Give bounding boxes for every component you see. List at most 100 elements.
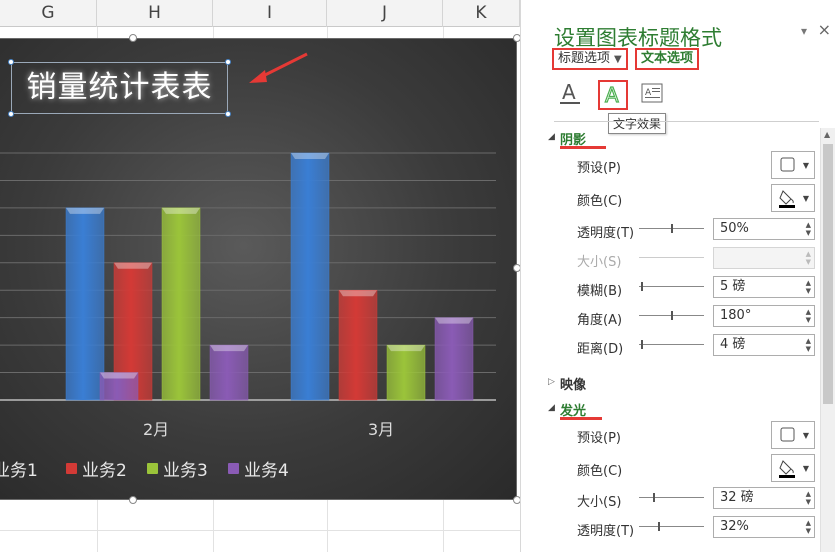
- shadow-blur-input[interactable]: 5 磅 ▲ ▼: [713, 276, 815, 298]
- glow-color-picker[interactable]: ▼: [771, 454, 815, 482]
- slider-thumb[interactable]: [671, 224, 673, 233]
- resize-handle[interactable]: [8, 111, 14, 117]
- column-header-row: G H I J K: [0, 0, 520, 27]
- shadow-angle-input[interactable]: 180° ▲ ▼: [713, 305, 815, 327]
- bar-业务1-2月[interactable]: [65, 207, 105, 401]
- column-header-i[interactable]: I: [213, 0, 327, 27]
- glow-transparency-input[interactable]: 32% ▲ ▼: [713, 516, 815, 538]
- shadow-blur-slider[interactable]: [639, 286, 704, 287]
- shadow-preset-label: 预设(P): [577, 161, 621, 176]
- bar-cap: [339, 290, 377, 297]
- chart-resize-handle[interactable]: [129, 34, 137, 42]
- slider-thumb[interactable]: [641, 340, 643, 349]
- bar-业务1-3月[interactable]: [290, 152, 330, 401]
- slider-thumb[interactable]: [653, 493, 655, 502]
- shadow-transparency-input[interactable]: 50% ▲ ▼: [713, 218, 815, 240]
- legend-item-3[interactable]: 业务3: [147, 454, 208, 482]
- legend-label: 业务1: [0, 460, 38, 481]
- legend-label: 业务4: [244, 460, 289, 481]
- tab-title-options-label: 标题选项: [558, 51, 611, 66]
- chart-resize-handle[interactable]: [513, 496, 520, 504]
- tab-text-options[interactable]: 文本选项: [635, 48, 700, 70]
- chart-title[interactable]: 销量统计表表: [12, 63, 227, 113]
- collapse-triangle-icon[interactable]: ◢: [548, 132, 555, 142]
- column-header-h[interactable]: H: [97, 0, 213, 27]
- resize-handle[interactable]: [8, 59, 14, 65]
- shadow-distance-value: 4 磅: [720, 337, 746, 352]
- shadow-preset-picker[interactable]: ▼: [771, 151, 815, 179]
- bar-业务2-3月[interactable]: [338, 289, 378, 401]
- text-effects-icon[interactable]: A: [598, 80, 628, 110]
- spinner-arrows-icon[interactable]: ▲ ▼: [806, 490, 811, 506]
- shadow-distance-input[interactable]: 4 磅 ▲ ▼: [713, 334, 815, 356]
- glow-preset-label: 预设(P): [577, 431, 621, 446]
- spinner-arrows-icon[interactable]: ▲ ▼: [806, 279, 811, 295]
- pane-splitter[interactable]: [520, 0, 538, 552]
- expand-triangle-icon[interactable]: ▷: [548, 377, 555, 387]
- tab-title-options[interactable]: 标题选项 ▼: [552, 48, 628, 70]
- text-fill-outline-icon[interactable]: A: [556, 80, 586, 110]
- bar-cap: [100, 372, 138, 379]
- legend-item-4[interactable]: 业务4: [228, 454, 289, 482]
- legend-swatch: [147, 462, 158, 474]
- divider: [554, 121, 819, 122]
- pane-scrollbar[interactable]: ▲: [820, 128, 835, 552]
- spinner-arrows-icon[interactable]: ▲ ▼: [806, 221, 811, 237]
- section-reflection-header[interactable]: 映像: [560, 374, 586, 393]
- bar-业务3-3月[interactable]: [386, 344, 426, 401]
- slider-thumb[interactable]: [658, 522, 660, 531]
- x-tick-label: 3月: [368, 420, 395, 439]
- spinner-arrows-icon[interactable]: ▲ ▼: [806, 337, 811, 353]
- shadow-color-picker[interactable]: ▼: [771, 184, 815, 212]
- column-header-k[interactable]: K: [443, 0, 520, 27]
- spinner-arrows-icon[interactable]: ▲ ▼: [806, 519, 811, 535]
- column-header-j[interactable]: J: [327, 0, 443, 27]
- chart-resize-handle[interactable]: [129, 496, 137, 504]
- paint-bucket-icon: [779, 190, 795, 208]
- glow-transparency-slider[interactable]: [639, 526, 704, 527]
- spreadsheet-area[interactable]: G H I J K 销量统计表表 2月 3月 业务1 业务2 业务3 业务4: [0, 0, 520, 552]
- spinner-arrows-icon[interactable]: ▲ ▼: [806, 308, 811, 324]
- legend-swatch: [66, 462, 77, 474]
- chevron-down-icon: ▼: [802, 194, 809, 203]
- chevron-down-icon: ▼: [802, 464, 809, 473]
- legend-item-1[interactable]: 业务1: [0, 454, 38, 482]
- pane-options-chevron-icon[interactable]: ▾: [801, 24, 807, 38]
- glow-size-value: 32 磅: [720, 490, 754, 505]
- shadow-angle-value: 180°: [720, 308, 752, 323]
- legend-item-2[interactable]: 业务2: [66, 454, 127, 482]
- scroll-thumb[interactable]: [823, 144, 833, 404]
- collapse-triangle-icon[interactable]: ◢: [548, 403, 555, 413]
- chart-area[interactable]: 销量统计表表 2月 3月 业务1 业务2 业务3 业务4: [0, 34, 520, 504]
- bar-cap: [162, 207, 200, 214]
- bar-业务3-2月[interactable]: [161, 207, 201, 401]
- shadow-blur-value: 5 磅: [720, 279, 746, 294]
- textbox-icon[interactable]: A: [638, 80, 668, 110]
- glow-preset-picker[interactable]: ▼: [771, 421, 815, 449]
- svg-text:A: A: [645, 88, 652, 98]
- shadow-blur-label: 模糊(B): [577, 284, 623, 299]
- glow-size-input[interactable]: 32 磅 ▲ ▼: [713, 487, 815, 509]
- chart-resize-handle[interactable]: [513, 34, 520, 42]
- bar-业务4-3月[interactable]: [434, 317, 474, 401]
- glow-color-label: 颜色(C): [577, 464, 623, 479]
- resize-handle[interactable]: [225, 111, 231, 117]
- resize-handle[interactable]: [225, 59, 231, 65]
- shadow-transparency-label: 透明度(T): [577, 226, 635, 241]
- pane-content: ◢ 阴影 预设(P) ▼ 颜色(C) ▼ 透明度(T) 50% ▲ ▼ 大小(S)…: [538, 124, 835, 552]
- bar-业务4-2月[interactable]: [209, 344, 249, 401]
- column-header-g[interactable]: G: [0, 0, 97, 27]
- grid-line: [0, 530, 520, 531]
- legend-label: 业务2: [82, 460, 127, 481]
- close-icon[interactable]: ×: [818, 20, 831, 39]
- shadow-distance-slider[interactable]: [639, 344, 704, 345]
- chart-title-box[interactable]: 销量统计表表: [8, 59, 231, 117]
- slider-thumb[interactable]: [671, 311, 673, 320]
- glow-size-label: 大小(S): [577, 495, 622, 510]
- scroll-up-icon[interactable]: ▲: [824, 130, 830, 139]
- slider-thumb[interactable]: [641, 282, 643, 291]
- chart-resize-handle[interactable]: [513, 264, 520, 272]
- shadow-transparency-value: 50%: [720, 221, 749, 236]
- glow-size-slider[interactable]: [639, 497, 704, 498]
- bar-cap: [66, 207, 104, 214]
